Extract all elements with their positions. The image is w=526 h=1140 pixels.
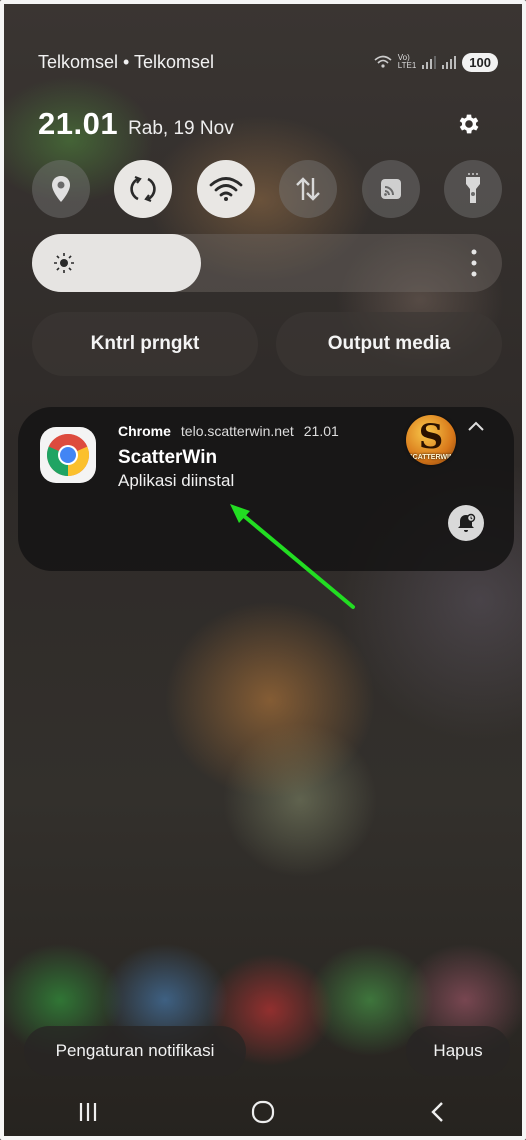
media-output-button[interactable]: Output media [276,312,502,376]
device-control-button[interactable]: Kntrl prngkt [32,312,258,376]
back-button[interactable] [408,1090,468,1134]
brightness-slider[interactable] [32,234,502,292]
tile-flashlight[interactable] [443,160,502,218]
tile-wifi[interactable] [196,160,255,218]
more-vertical-icon[interactable] [470,246,478,280]
lte-indicator: Vo) LTE1 [397,53,417,70]
clear-all-button[interactable]: Hapus [406,1026,510,1076]
battery-indicator: 100 [462,52,498,72]
notification-body: Aplikasi diinstal [118,471,235,490]
notification-settings-button[interactable]: Pengaturan notifikasi [24,1026,246,1076]
chrome-icon [47,434,89,476]
clock[interactable]: 21.01 [38,106,118,142]
recents-button[interactable] [58,1090,118,1134]
date[interactable]: Rab, 19 Nov [128,118,234,140]
notification-time: 21.01 [303,423,339,439]
tile-mobile-data[interactable] [279,160,338,218]
rotate-icon [130,175,157,203]
back-icon [431,1102,444,1122]
cast-icon [380,179,401,199]
home-icon [251,1100,275,1124]
shortcut-pills: Kntrl prngkt Output media [32,312,502,376]
scatterwin-logo: S SCATTERWIN [406,415,456,465]
signal-2-icon [442,55,457,69]
annotation-arrow [230,504,355,609]
status-icons: Vo) LTE1 100 [374,52,498,72]
navigation-bar [0,1088,526,1136]
status-bar: Telkomsel • Telkomsel Vo) LTE1 100 [38,50,498,74]
carrier-label: Telkomsel • Telkomsel [38,51,215,72]
notification-title: ScatterWin [118,447,218,468]
notification-source: telo.scatterwin.net [180,423,294,439]
home-button[interactable] [233,1090,293,1134]
notification-app-name: Chrome [118,423,171,439]
location-pin-icon [52,176,70,202]
clock-row: 21.01 Rab, 19 Nov [38,104,482,144]
tile-cast[interactable] [361,160,420,218]
chrome-app-icon [40,427,96,483]
wifi-icon [209,177,243,201]
recents-icon [79,1103,96,1121]
sun-icon [54,253,74,273]
quick-settings-row [32,160,502,218]
settings-gear-icon[interactable] [456,111,482,137]
signal-1-icon [422,55,437,69]
wifi-calling-icon [374,55,392,68]
flashlight-icon [465,173,480,203]
tile-auto-rotate[interactable] [114,160,173,218]
tile-location[interactable] [32,160,90,218]
notification-meta: Chrome telo.scatterwin.net 21.01 [118,423,339,439]
notification-snooze-button[interactable] [448,505,484,541]
data-arrows-icon [296,177,321,201]
chevron-up-icon[interactable] [466,419,486,433]
bell-icon [458,513,476,532]
